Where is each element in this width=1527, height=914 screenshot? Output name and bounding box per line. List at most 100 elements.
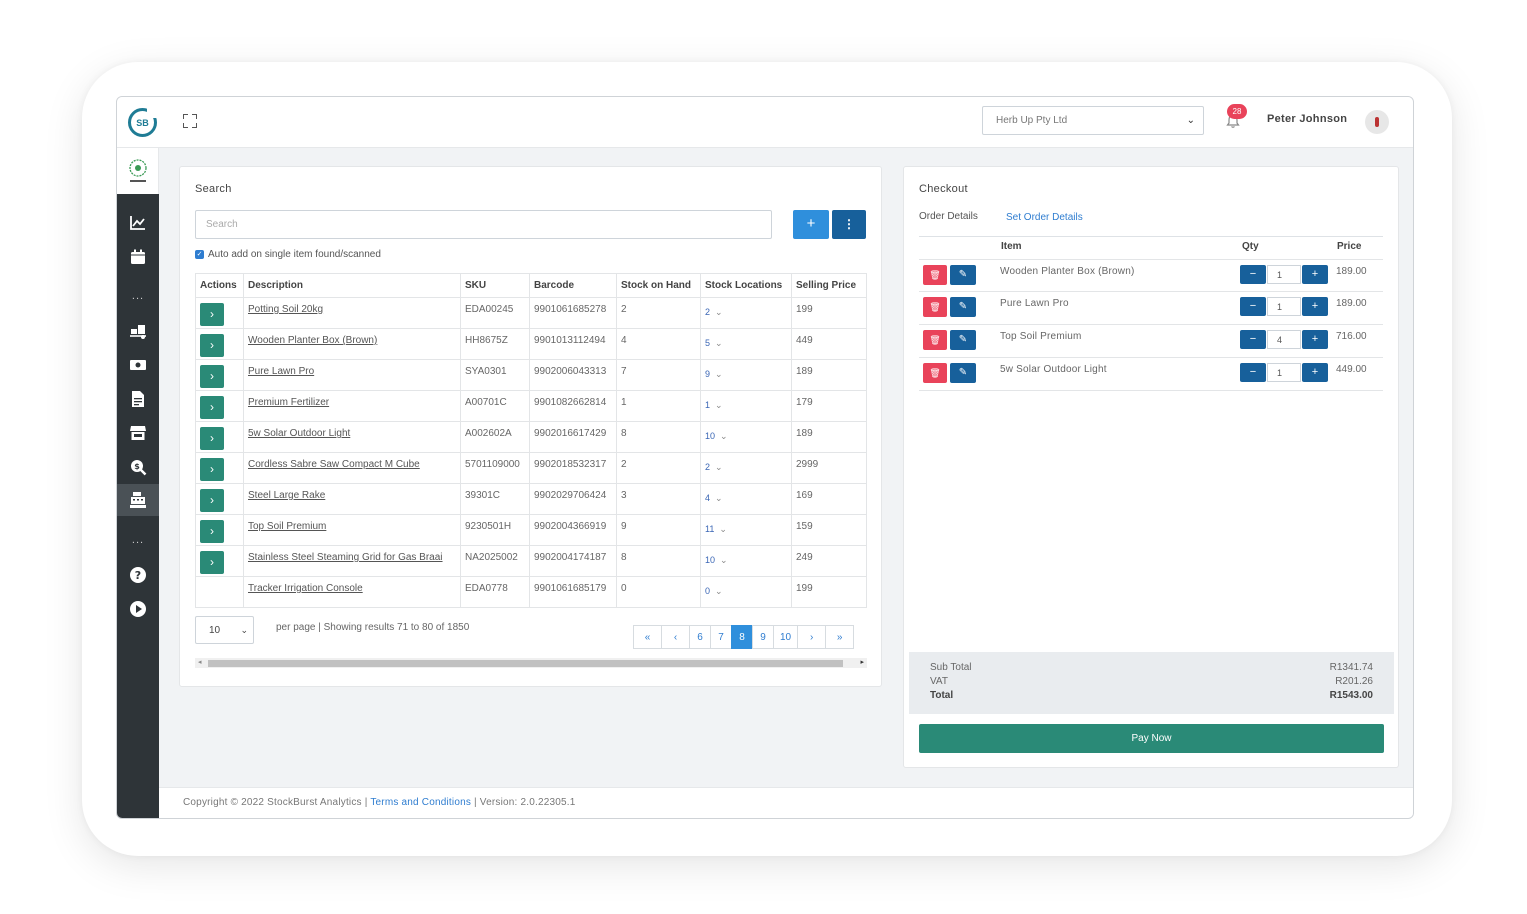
add-to-cart-button[interactable]: ›: [200, 396, 224, 419]
scroll-left-icon[interactable]: ◂: [198, 658, 202, 666]
stock-locations-dropdown[interactable]: 10 ⌄: [705, 428, 728, 442]
auto-add-option[interactable]: ✓ Auto add on single item found/scanned: [195, 249, 381, 260]
add-product-button[interactable]: +: [793, 210, 829, 239]
per-page-select[interactable]: 10 ⌄: [195, 616, 254, 644]
product-link[interactable]: Stainless Steel Steaming Grid for Gas Br…: [248, 552, 443, 563]
qty-decrease-button[interactable]: −: [1240, 265, 1266, 284]
app-logo[interactable]: SB: [128, 108, 157, 137]
add-to-cart-button[interactable]: ›: [200, 365, 224, 388]
terms-link[interactable]: Terms and Conditions: [370, 797, 471, 808]
stock-locations-dropdown[interactable]: 2 ⌄: [705, 304, 723, 318]
pay-now-button[interactable]: Pay Now: [919, 724, 1384, 753]
add-to-cart-button[interactable]: ›: [200, 427, 224, 450]
product-link[interactable]: Tracker Irrigation Console: [248, 583, 363, 594]
qty-increase-button[interactable]: +: [1302, 363, 1328, 382]
qty-increase-button[interactable]: +: [1302, 330, 1328, 349]
stock-locations-dropdown[interactable]: 9 ⌄: [705, 366, 723, 380]
row-stock: 4: [616, 328, 701, 360]
pencil-icon[interactable]: ✎: [950, 363, 976, 383]
product-link[interactable]: Potting Soil 20kg: [248, 304, 323, 315]
store-icon[interactable]: [129, 424, 147, 442]
sidebar: ... $ ... ?: [117, 148, 159, 818]
search-input[interactable]: Search: [195, 210, 772, 239]
add-to-cart-button[interactable]: ›: [200, 458, 224, 481]
qty-input[interactable]: 1: [1267, 363, 1301, 382]
pencil-icon[interactable]: ✎: [950, 265, 976, 285]
company-select-value: Herb Up Pty Ltd: [996, 115, 1068, 126]
stock-locations-dropdown[interactable]: 2 ⌄: [705, 459, 723, 473]
trash-icon[interactable]: 🗑: [923, 297, 947, 317]
product-link[interactable]: Cordless Sabre Saw Compact M Cube: [248, 459, 420, 470]
stock-locations-dropdown[interactable]: 5 ⌄: [705, 335, 723, 349]
qty-input[interactable]: 1: [1267, 297, 1301, 316]
add-to-cart-button[interactable]: ›: [200, 334, 224, 357]
user-name[interactable]: Peter Johnson: [1267, 113, 1347, 125]
trash-icon[interactable]: 🗑: [923, 363, 947, 383]
trash-icon[interactable]: 🗑: [923, 330, 947, 350]
page-button[interactable]: 9: [752, 625, 774, 649]
stock-locations-dropdown[interactable]: 0 ⌄: [705, 583, 723, 597]
stock-locations-dropdown[interactable]: 1 ⌄: [705, 397, 723, 411]
product-link[interactable]: 5w Solar Outdoor Light: [248, 428, 350, 439]
row-sku: NA2025002: [460, 545, 530, 577]
qty-decrease-button[interactable]: −: [1240, 363, 1266, 382]
page-button-current[interactable]: 8: [731, 625, 753, 649]
truck-loading-icon[interactable]: [129, 322, 147, 340]
cart-row: 🗑 ✎ Pure Lawn Pro − 1 + 189.00: [919, 292, 1383, 325]
next-page-button[interactable]: ›: [797, 625, 827, 649]
row-actions: ›: [195, 545, 244, 577]
search-dollar-icon[interactable]: $: [129, 458, 147, 476]
herb-up-logo[interactable]: [117, 148, 159, 194]
stock-locations-dropdown[interactable]: 4 ⌄: [705, 490, 723, 504]
prev-page-button[interactable]: ‹: [661, 625, 690, 649]
add-to-cart-button[interactable]: ›: [200, 303, 224, 326]
set-order-details-link[interactable]: Set Order Details: [1006, 212, 1083, 223]
pencil-icon[interactable]: ✎: [950, 330, 976, 350]
stock-locations-dropdown[interactable]: 11 ⌄: [705, 521, 727, 535]
total-label: Total: [930, 690, 954, 701]
scroll-right-icon[interactable]: ▸: [860, 658, 864, 666]
row-sku: 39301C: [460, 483, 530, 515]
locations-count: 4: [705, 493, 711, 503]
play-circle-icon[interactable]: [129, 600, 147, 618]
qty-increase-button[interactable]: +: [1302, 265, 1328, 284]
product-link[interactable]: Premium Fertilizer: [248, 397, 329, 408]
qty-decrease-button[interactable]: −: [1240, 330, 1266, 349]
pencil-icon[interactable]: ✎: [950, 297, 976, 317]
question-circle-icon[interactable]: ?: [129, 566, 147, 584]
horizontal-scrollbar[interactable]: ◂ ▸: [195, 658, 867, 668]
company-select[interactable]: Herb Up Pty Ltd ⌄: [982, 106, 1204, 135]
row-stock: 1: [616, 390, 701, 422]
trash-icon[interactable]: 🗑: [923, 265, 947, 285]
first-page-button[interactable]: «: [633, 625, 662, 649]
add-to-cart-button[interactable]: ›: [200, 520, 224, 543]
more-options-button[interactable]: ⋮: [832, 210, 866, 239]
locations-count: 2: [705, 462, 711, 472]
scrollbar-thumb[interactable]: [208, 660, 843, 667]
qty-increase-button[interactable]: +: [1302, 297, 1328, 316]
product-link[interactable]: Top Soil Premium: [248, 521, 326, 532]
money-bill-icon[interactable]: [129, 356, 147, 374]
product-link[interactable]: Pure Lawn Pro: [248, 366, 314, 377]
chart-line-icon[interactable]: [129, 214, 147, 232]
qty-input[interactable]: 1: [1267, 265, 1301, 284]
col-actions: Actions: [195, 273, 244, 298]
avatar[interactable]: [1365, 110, 1389, 134]
last-page-button[interactable]: »: [825, 625, 855, 649]
calendar-icon[interactable]: [129, 248, 147, 266]
add-to-cart-button[interactable]: ›: [200, 551, 224, 574]
auto-add-checkbox[interactable]: ✓: [195, 250, 204, 259]
page-button[interactable]: 7: [710, 625, 732, 649]
add-to-cart-button[interactable]: ›: [200, 489, 224, 512]
file-invoice-icon[interactable]: [129, 390, 147, 408]
qty-decrease-button[interactable]: −: [1240, 297, 1266, 316]
page-button[interactable]: 10: [773, 625, 799, 649]
cash-register-icon[interactable]: [129, 491, 147, 509]
page-button[interactable]: 6: [689, 625, 711, 649]
product-link[interactable]: Steel Large Rake: [248, 490, 325, 501]
stock-locations-dropdown[interactable]: 10 ⌄: [705, 552, 728, 566]
product-link[interactable]: Wooden Planter Box (Brown): [248, 335, 377, 346]
fullscreen-icon[interactable]: [183, 114, 197, 128]
qty-input[interactable]: 4: [1267, 330, 1301, 349]
row-barcode: 9901013112494: [529, 328, 617, 360]
